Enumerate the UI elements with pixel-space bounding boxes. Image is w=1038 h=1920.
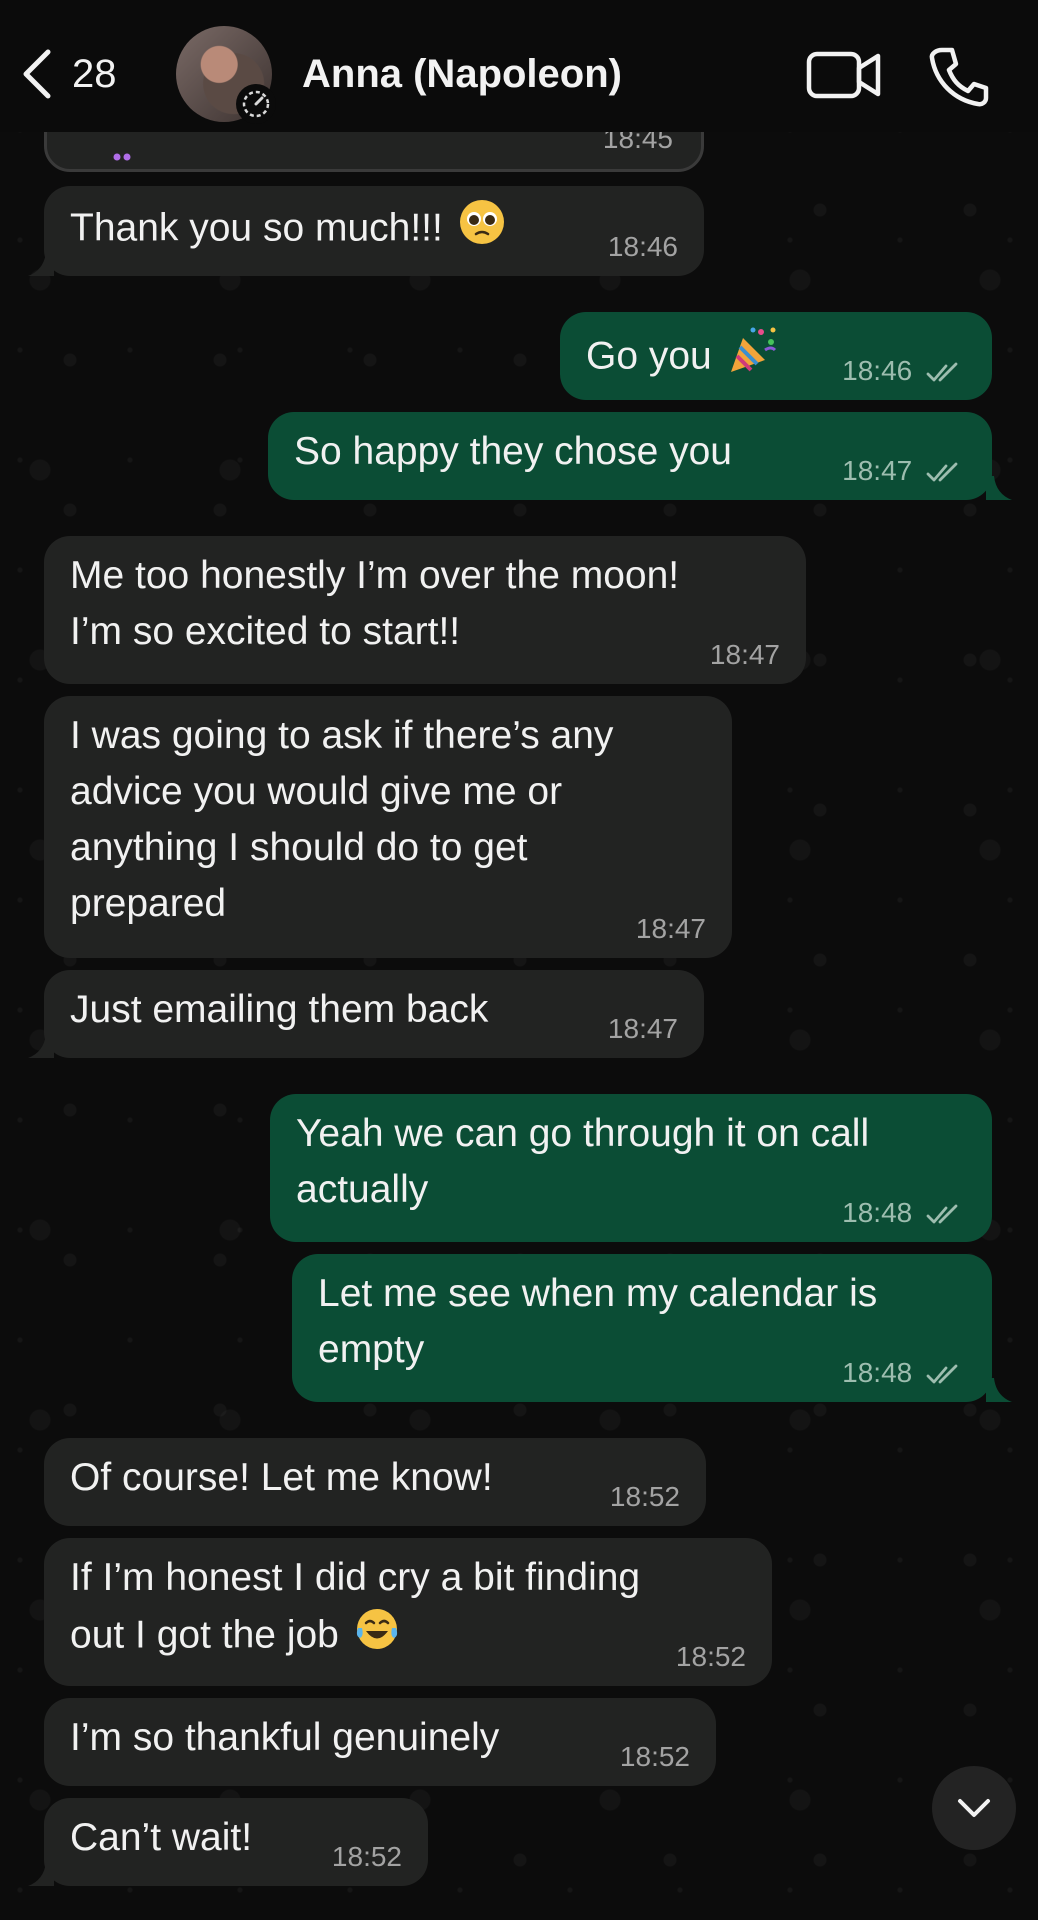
message-text: Go you xyxy=(586,334,712,378)
tears-of-joy-emoji xyxy=(354,1606,400,1668)
chat-screen: 18:45 28 Anna (Napoleon) Thank you so mu… xyxy=(0,0,1038,1920)
message-text-line: advice you would give me or xyxy=(70,770,563,813)
bubble-tail xyxy=(986,476,1012,500)
message-time: 18:46 xyxy=(607,231,678,262)
message-text: I’m so thankful genuinely xyxy=(70,1716,500,1759)
message-text: Can’t wait! xyxy=(70,1816,253,1859)
message-text: So happy they chose you xyxy=(294,430,732,473)
message-text-line: If I’m honest I did cry a bit finding xyxy=(70,1556,641,1599)
message-text-line: Me too honestly I’m over the moon! xyxy=(70,554,680,597)
video-camera-icon xyxy=(806,51,881,99)
message-text-line: anything I should do to get xyxy=(70,826,528,869)
message-time-with-status: 18:47 xyxy=(842,456,966,486)
message-bubble-incoming[interactable]: Thank you so much!!! 18:46 xyxy=(44,186,704,276)
message-time-with-status: 18:46 xyxy=(842,356,966,386)
emoji-fragment xyxy=(113,149,131,161)
message-text: Just emailing them back xyxy=(70,988,489,1031)
message-text-line: out I got the job xyxy=(70,1613,339,1657)
back-button[interactable]: 28 xyxy=(18,44,148,104)
chevron-left-icon xyxy=(23,49,51,99)
message-text-line: Let me see when my calendar is xyxy=(318,1272,878,1315)
message-text-line: prepared xyxy=(70,882,227,925)
message-bubble-incoming[interactable]: Me too honestly I’m over the moon! I’m s… xyxy=(44,536,806,684)
disappearing-timer-icon xyxy=(236,84,276,124)
message-time: 18:52 xyxy=(331,1841,402,1872)
bubble-tail xyxy=(28,1034,54,1058)
double-check-icon xyxy=(926,1364,958,1384)
voice-call-button[interactable] xyxy=(928,46,990,108)
message-bubble-incoming[interactable]: Can’t wait! 18:52 xyxy=(44,1798,428,1886)
double-check-icon xyxy=(926,1204,958,1224)
message-text: Of course! Let me know! xyxy=(70,1456,493,1499)
message-time: 18:48 xyxy=(842,1197,913,1228)
message-time: 18:47 xyxy=(635,913,706,944)
message-time: 18:52 xyxy=(609,1481,680,1512)
message-time: 18:52 xyxy=(619,1741,690,1772)
chat-header: 28 Anna (Napoleon) xyxy=(0,0,1038,132)
party-popper-emoji xyxy=(727,324,779,392)
message-bubble-incoming[interactable]: I was going to ask if there’s any advice… xyxy=(44,696,732,958)
message-time: 18:47 xyxy=(709,639,780,670)
message-text-line: I was going to ask if there’s any xyxy=(70,714,614,757)
chevron-down-icon xyxy=(958,1799,990,1817)
message-bubble-outgoing[interactable]: Go you 18:46 xyxy=(560,312,992,400)
message-bubble-outgoing[interactable]: Let me see when my calendar is empty 18:… xyxy=(292,1254,992,1402)
message-time: 18:52 xyxy=(675,1641,746,1672)
message-text-line: I’m so excited to start!! xyxy=(70,610,461,653)
message-bubble-outgoing[interactable]: Yeah we can go through it on call actual… xyxy=(270,1094,992,1242)
message-bubble-outgoing[interactable]: So happy they chose you 18:47 xyxy=(268,412,992,500)
message-time: 18:47 xyxy=(607,1013,678,1044)
phone-icon xyxy=(929,47,989,107)
unread-count: 28 xyxy=(72,51,117,96)
message-bubble-incoming[interactable]: Just emailing them back 18:47 xyxy=(44,970,704,1058)
pleading-face-emoji xyxy=(458,198,506,262)
scroll-to-bottom-button[interactable] xyxy=(932,1766,1016,1850)
message-time: 18:48 xyxy=(842,1357,913,1388)
message-time: 18:46 xyxy=(842,355,913,386)
message-bubble-incoming[interactable]: I’m so thankful genuinely 18:52 xyxy=(44,1698,716,1786)
contact-name[interactable]: Anna (Napoleon) xyxy=(302,52,622,97)
message-text-line: Yeah we can go through it on call xyxy=(296,1112,870,1155)
message-time: 18:47 xyxy=(842,455,913,486)
bubble-tail xyxy=(28,252,54,276)
message-text: Thank you so much!!! xyxy=(70,206,443,250)
bubble-tail xyxy=(28,1862,54,1886)
double-check-icon xyxy=(926,462,958,482)
bubble-tail xyxy=(986,1378,1012,1402)
message-time-with-status: 18:48 xyxy=(842,1358,966,1388)
message-bubble-incoming[interactable]: If I’m honest I did cry a bit finding ou… xyxy=(44,1538,772,1686)
message-bubble-incoming[interactable]: Of course! Let me know! 18:52 xyxy=(44,1438,706,1526)
double-check-icon xyxy=(926,362,958,382)
message-time-with-status: 18:48 xyxy=(842,1198,966,1228)
video-call-button[interactable] xyxy=(806,46,882,104)
